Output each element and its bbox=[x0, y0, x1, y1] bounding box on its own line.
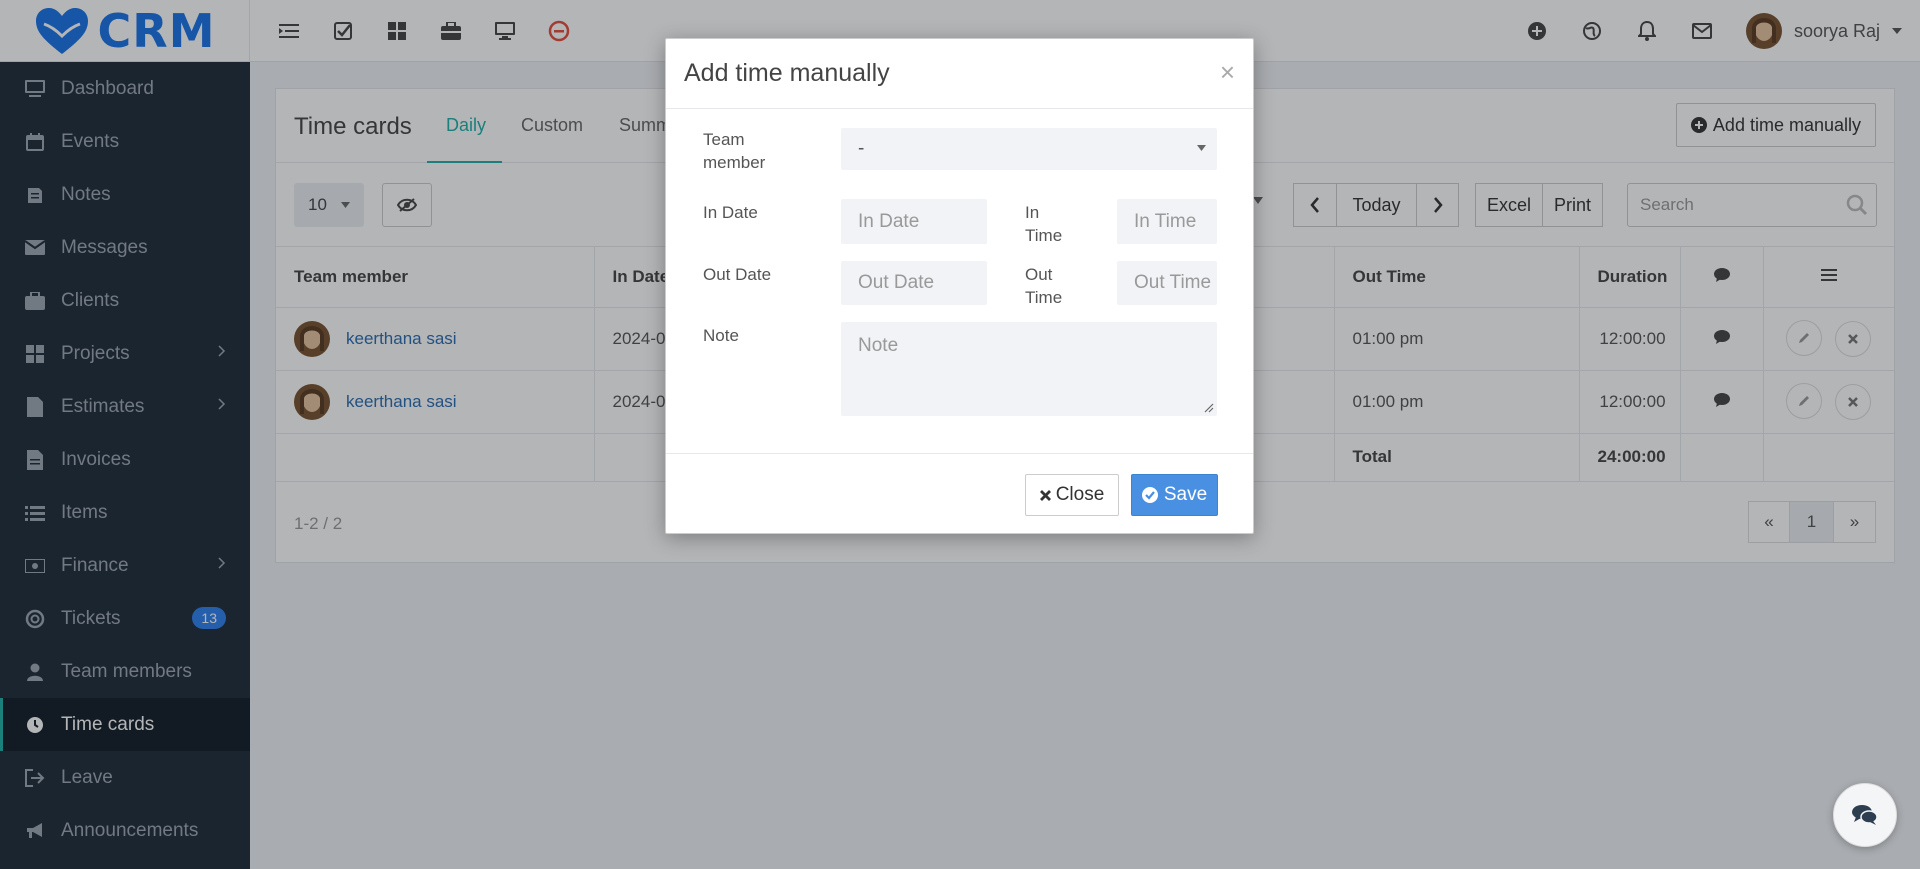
close-button-label: Close bbox=[1055, 484, 1105, 505]
modal-title: Add time manually bbox=[684, 59, 890, 87]
caret-down-icon bbox=[1197, 145, 1206, 151]
close-button[interactable]: Close bbox=[1025, 474, 1119, 516]
add-time-modal: Add time manually × Team member - In Dat… bbox=[665, 38, 1254, 534]
team-member-value: - bbox=[858, 138, 865, 159]
in-date-placeholder: In Date bbox=[858, 210, 920, 232]
team-member-label: Team member bbox=[703, 130, 766, 172]
note-textarea[interactable]: Note bbox=[841, 322, 1217, 416]
note-placeholder: Note bbox=[858, 335, 899, 356]
save-button[interactable]: Save bbox=[1131, 474, 1218, 516]
resize-grip-icon[interactable] bbox=[1204, 403, 1214, 413]
in-date-input[interactable]: In Date bbox=[841, 199, 987, 244]
out-time-input[interactable]: Out Time bbox=[1117, 261, 1217, 305]
modal-close-icon[interactable]: × bbox=[1220, 57, 1235, 88]
in-time-input[interactable]: In Time bbox=[1117, 199, 1217, 244]
in-date-label: In Date bbox=[703, 203, 758, 222]
check-circle-icon bbox=[1141, 487, 1158, 503]
save-button-label: Save bbox=[1163, 484, 1208, 505]
out-date-input[interactable]: Out Date bbox=[841, 261, 987, 305]
out-time-placeholder: Out Time bbox=[1134, 272, 1212, 293]
out-time-label: Out Time bbox=[1025, 265, 1063, 307]
chat-icon bbox=[1852, 805, 1878, 825]
in-time-placeholder: In Time bbox=[1134, 210, 1197, 232]
close-icon bbox=[1039, 489, 1051, 501]
out-date-placeholder: Out Date bbox=[858, 272, 935, 293]
team-member-select[interactable]: - bbox=[841, 128, 1217, 170]
in-time-label: In Time bbox=[1025, 203, 1063, 245]
chat-button[interactable] bbox=[1833, 783, 1897, 847]
note-label: Note bbox=[703, 326, 739, 345]
out-date-label: Out Date bbox=[703, 265, 772, 284]
